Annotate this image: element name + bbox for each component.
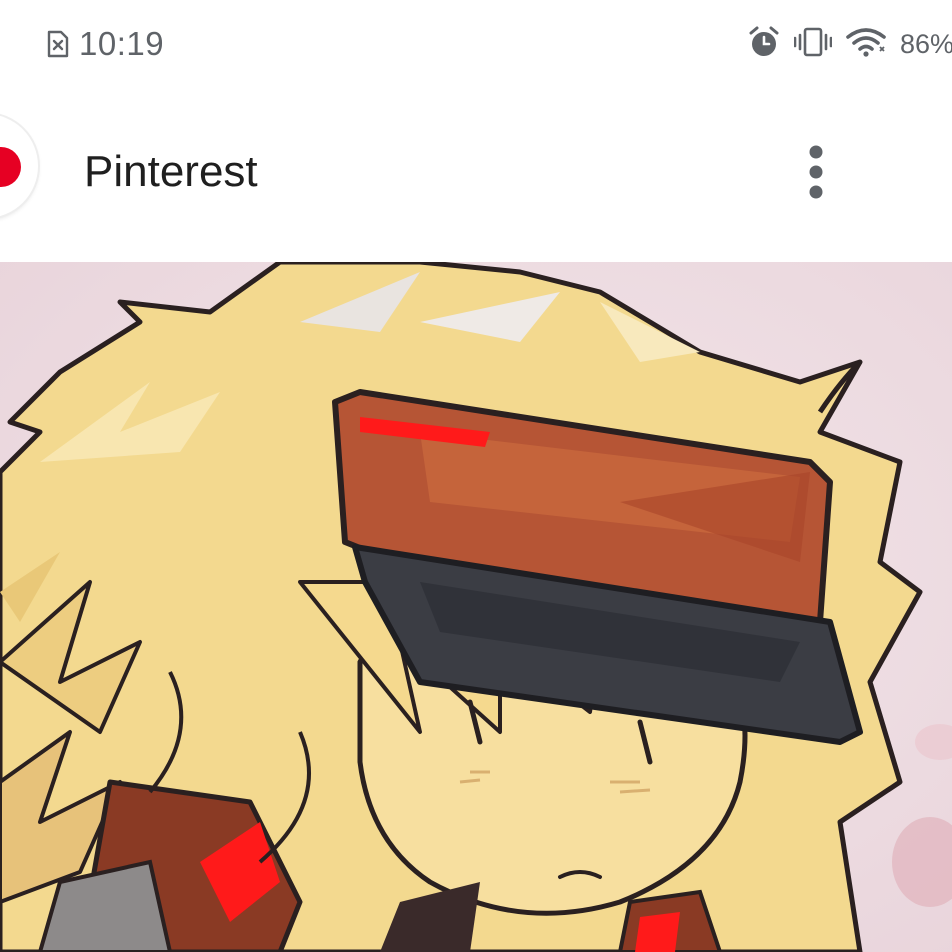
more-vertical-icon[interactable] [800, 142, 832, 206]
status-bar: 10:19 86% [0, 0, 952, 88]
vibrate-icon [793, 27, 833, 62]
app-title: Pinterest [84, 147, 258, 196]
alarm-icon [748, 26, 780, 63]
pinterest-logo-icon[interactable] [0, 114, 38, 218]
pin-image[interactable] [0, 262, 952, 952]
status-left: 10:19 [47, 22, 164, 66]
status-right: 86% [748, 22, 952, 66]
character-illustration [0, 262, 952, 952]
app-header: Pinterest [0, 88, 952, 262]
logo-red-dot [0, 147, 21, 187]
clock: 10:19 [79, 25, 165, 62]
battery-percentage: 86% [900, 28, 952, 59]
wifi-icon [846, 27, 886, 62]
screen: 10:19 86% Pinterest [0, 0, 952, 952]
no-sim-icon [47, 30, 69, 58]
